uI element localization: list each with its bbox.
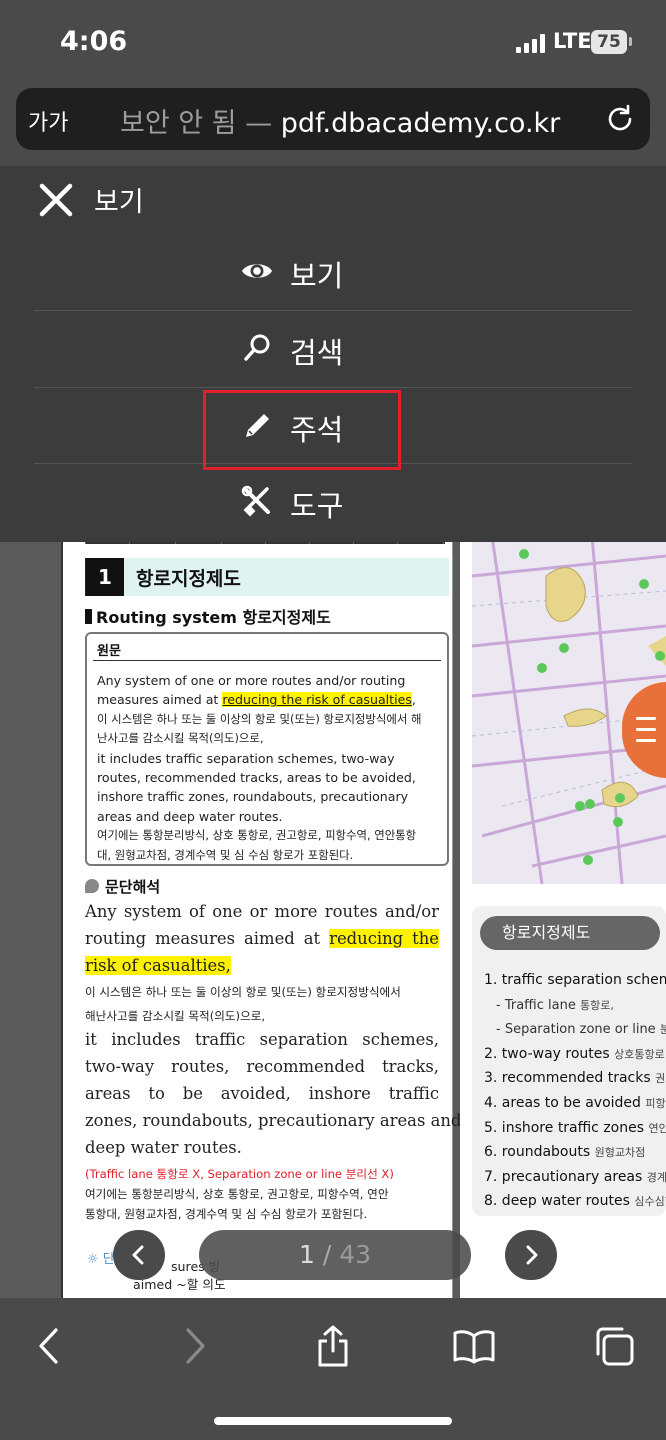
glossary-item: - Separation zone or line 분 <box>496 1022 666 1038</box>
current-page: 1 <box>298 1240 315 1269</box>
forward-icon[interactable] <box>172 1324 216 1368</box>
interp-line: two-way routes, recommended tracks, <box>85 1057 439 1076</box>
menu-item-search[interactable]: 검색 <box>34 311 632 387</box>
highlighted-phrase: reducing the risk of casualties <box>222 692 412 708</box>
original-label: 원문 <box>97 644 121 659</box>
table-fragment <box>85 542 445 544</box>
original-text-box: 원문 Any system of one or more routes and/… <box>85 632 449 866</box>
interp-line: 통항대, 원형교차점, 경계수역 및 심 수심 항로가 포함된다. <box>85 1207 368 1221</box>
section-number: 1 <box>86 558 124 596</box>
tabs-icon[interactable] <box>592 1324 636 1368</box>
subheading: Routing system 항로지정제도 <box>85 604 331 628</box>
browser-toolbar <box>0 1298 666 1440</box>
page-indicator[interactable]: 1 / 43 <box>199 1230 471 1280</box>
chevron-right-icon <box>526 1245 538 1265</box>
vocab-icon: ☼ 단 <box>87 1252 115 1267</box>
glossary-item: 1. traffic separation schemes <box>484 972 666 988</box>
signal-icon <box>516 33 546 53</box>
glossary-item: 7. precautionary areas 경계수역 <box>484 1168 666 1185</box>
back-icon[interactable] <box>28 1324 72 1368</box>
interp-line: risk of casualties, <box>85 956 231 975</box>
eye-icon <box>242 264 272 278</box>
glossary-list: 1. traffic separation schemes - Traffic … <box>484 972 666 1218</box>
interp-line: routing measures aimed at reducing the <box>85 929 439 948</box>
original-text: Any system of one or more routes and/or … <box>97 671 447 865</box>
section-title: 항로지정제도 <box>136 568 241 590</box>
reload-icon[interactable] <box>604 103 636 135</box>
prev-page-button[interactable] <box>113 1230 165 1280</box>
original-line: 이 시스템은 하나 또는 둘 이상의 항로 및(또는) 항로지정방식에서 해 <box>97 711 422 726</box>
interp-note: (Traffic lane 통항로 X, Separation zone or … <box>85 1167 394 1181</box>
search-icon <box>244 334 270 361</box>
url-insecure-label: 보안 안 됨 — <box>120 108 273 139</box>
pdf-page-right: 항로지정제도 1. traffic separation schemes - T… <box>460 542 666 1298</box>
bookmarks-icon[interactable] <box>452 1324 496 1368</box>
interp-line: zones, roundabouts, precautionary areas … <box>85 1111 462 1130</box>
original-line: Any system of one or more routes and/or … <box>97 673 406 688</box>
page-settings-button[interactable]: 가가 <box>28 105 68 137</box>
status-time: 4:06 <box>60 26 128 57</box>
view-menu-panel: 보기 보기 검색 주석 도구 <box>0 166 666 542</box>
url-host: pdf.dbacademy.co.kr <box>280 108 561 139</box>
home-indicator <box>214 1417 452 1425</box>
page-separator: / <box>322 1240 332 1269</box>
original-line: routes, recommended tracks, areas to be … <box>97 770 416 786</box>
glossary-item: 3. recommended tracks 권고항 <box>484 1070 666 1087</box>
glossary-item: 4. areas to be avoided 피항수역 <box>484 1094 666 1111</box>
address-bar[interactable]: 가가 보안 안 됨 — pdf.dbacademy.co.kr <box>16 88 650 150</box>
url-field[interactable]: 보안 안 됨 — pdf.dbacademy.co.kr <box>120 101 560 140</box>
interp-line: areas to be avoided, inshore traffic <box>85 1084 439 1103</box>
glossary-item: 6. roundabouts 원형교차점 <box>484 1144 646 1161</box>
glossary-item: 8. deep water routes 심수심항 <box>484 1193 666 1210</box>
glossary-item: 5. inshore traffic zones 연안통 <box>484 1119 666 1136</box>
annotation-highlight-box <box>203 390 401 470</box>
original-line: inshore traffic zones, roundabouts, prec… <box>97 789 409 805</box>
interp-line: deep water routes. <box>85 1138 242 1157</box>
interpretation-heading: 문단해석 <box>85 876 160 897</box>
subheading-text: Routing system 항로지정제도 <box>96 608 331 627</box>
interp-line: it includes traffic separation schemes, <box>85 1030 439 1049</box>
battery-icon: 75 <box>591 30 627 54</box>
menu-title: 보기 <box>94 187 144 218</box>
tools-icon <box>241 485 270 517</box>
share-icon[interactable] <box>311 1324 355 1368</box>
menu-item-label: 도구 <box>290 489 344 523</box>
battery-tip <box>629 37 632 46</box>
menu-item-view[interactable]: 보기 <box>34 234 632 310</box>
original-line: measures aimed at reducing the risk of c… <box>97 692 416 708</box>
original-line: areas and deep water routes. <box>97 808 283 824</box>
interp-line: Any system of one or more routes and/or <box>85 902 439 921</box>
interp-line: 여기에는 통항분리방식, 상호 통항로, 권고항로, 피항수역, 연안 <box>85 1187 389 1201</box>
original-divider <box>93 660 441 661</box>
menu-item-label: 보기 <box>290 259 344 293</box>
close-icon[interactable] <box>38 182 74 218</box>
menu-item-label: 검색 <box>290 336 344 370</box>
glossary-title: 항로지정제도 <box>480 916 660 950</box>
pdf-viewer[interactable]: 1 항로지정제도 Routing system 항로지정제도 원문 Any sy… <box>0 542 666 1298</box>
glossary-box: 항로지정제도 1. traffic separation schemes - T… <box>472 906 666 1216</box>
interp-line: 이 시스템은 하나 또는 둘 이상의 항로 및(또는) 항로지정방식에서 <box>85 985 401 999</box>
glossary-item: 2. two-way routes 상호통항로 <box>484 1045 665 1062</box>
menu-item-tools[interactable]: 도구 <box>34 464 632 540</box>
chevron-left-icon <box>132 1245 144 1265</box>
network-label: LTE <box>553 29 592 53</box>
original-line: it includes traffic separation schemes, … <box>97 750 395 766</box>
status-bar: 4:06 LTE 75 <box>0 0 666 86</box>
original-line: 대, 원형교차점, 경계수역 및 심 수심 항로가 포함된다. <box>97 847 354 862</box>
total-pages: 43 <box>339 1240 372 1269</box>
glossary-item: - Traffic lane 통항로, <box>496 997 614 1013</box>
original-line: 난사고를 감소시킬 목적(의도)으로, <box>97 731 264 746</box>
next-page-button[interactable] <box>505 1230 557 1280</box>
interp-line: 해난사고를 감소시킬 목적(의도)으로, <box>85 1009 266 1023</box>
section-heading: 1 항로지정제도 <box>85 558 449 596</box>
pdf-page-left: 1 항로지정제도 Routing system 항로지정제도 원문 Any sy… <box>61 542 462 1298</box>
original-line: 여기에는 통항분리방식, 상호 통항로, 권고항로, 피항수역, 연안통항 <box>97 828 417 843</box>
